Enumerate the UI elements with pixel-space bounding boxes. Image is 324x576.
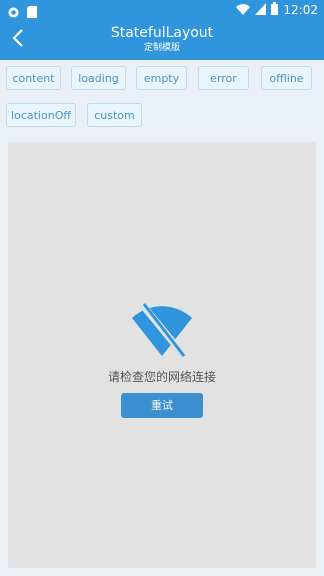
- wifi-off-icon: [130, 299, 194, 364]
- location-off-button[interactable]: locationOff: [6, 103, 76, 127]
- status-time: 12:02: [283, 3, 318, 17]
- loading-button[interactable]: loading: [71, 66, 126, 90]
- wifi-icon: [236, 3, 251, 18]
- empty-button[interactable]: empty: [136, 66, 187, 90]
- app-bar: StatefulLayout 定制模版: [0, 20, 324, 60]
- status-bar: 12:02: [0, 0, 324, 20]
- offline-message: 请检查您的网络连接: [107, 370, 216, 384]
- custom-button[interactable]: custom: [87, 103, 142, 127]
- battery-icon: [271, 2, 279, 18]
- content-button[interactable]: content: [6, 66, 61, 90]
- error-button[interactable]: error: [198, 66, 249, 90]
- offline-button[interactable]: offline: [261, 66, 312, 90]
- state-panel: 请检查您的网络连接 重试: [8, 142, 316, 568]
- signal-icon: [255, 2, 267, 18]
- page-subtitle: 定制模版: [143, 43, 180, 53]
- retry-button[interactable]: 重试: [121, 393, 203, 418]
- page-title: StatefulLayout: [110, 25, 214, 41]
